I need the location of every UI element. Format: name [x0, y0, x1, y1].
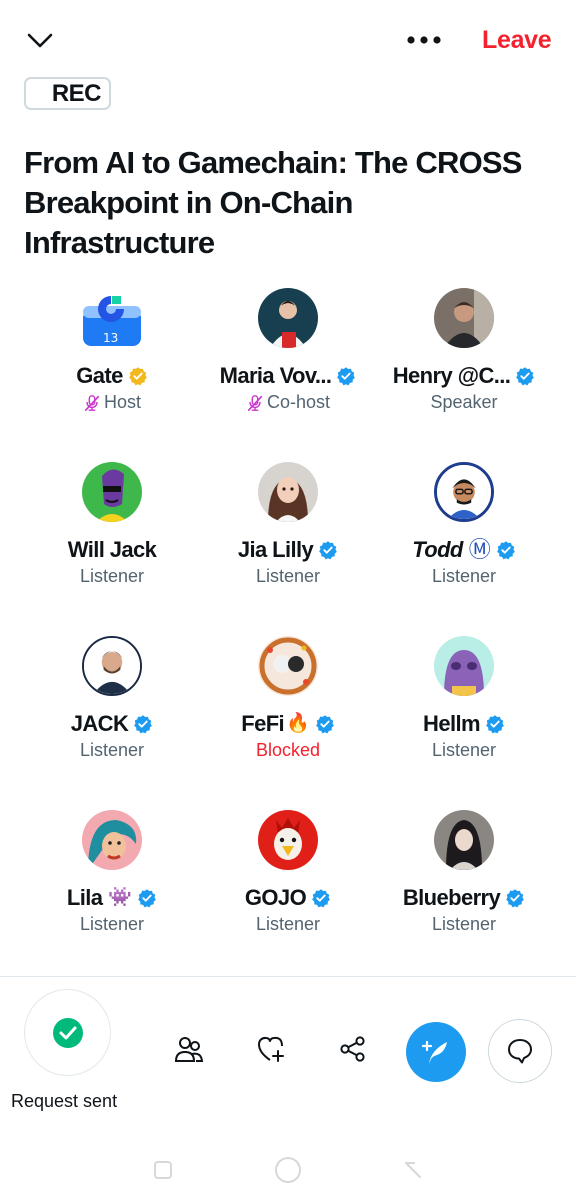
participant-name: Blueberry [402, 885, 501, 910]
avatar [82, 810, 142, 870]
participant-role: Listener [79, 914, 145, 934]
participant-role: Listener [79, 740, 145, 760]
participant-role: Listener [431, 914, 497, 934]
participant-role: Speaker [430, 392, 498, 412]
participant-role: Listener [255, 566, 321, 586]
participant-name: Todd [412, 537, 463, 562]
participant-jack[interactable]: JACK Listener [24, 636, 200, 810]
avatar [258, 810, 318, 870]
participant-role: Co-host [266, 392, 331, 412]
participant-fefi[interactable]: FeFi 🔥 Blocked [200, 636, 376, 810]
participant-role: Listener [79, 566, 145, 586]
compose-icon[interactable] [406, 1022, 466, 1082]
verified-gold-icon [128, 367, 147, 386]
verified-blue-icon [134, 715, 153, 734]
top-bar: Leave [0, 0, 576, 80]
svg-text:13: 13 [103, 331, 118, 345]
avatar [434, 288, 494, 348]
rec-badge: REC [24, 77, 111, 110]
participant-role: Listener [255, 914, 321, 934]
m-circle-icon: Ⓜ [468, 537, 491, 562]
participant-name: GOJO [244, 885, 307, 910]
fire-emoji: 🔥 [286, 713, 310, 734]
verified-blue-icon [315, 715, 334, 734]
avatar [434, 636, 494, 696]
participant-todd[interactable]: Todd Ⓜ Listener [376, 462, 552, 636]
avatar [258, 288, 318, 348]
verified-blue-icon [312, 889, 330, 908]
participant-role: Blocked [255, 740, 321, 760]
verified-blue-icon [319, 541, 337, 560]
participant-maria[interactable]: Maria Vov... Co-host [200, 288, 376, 462]
verified-blue-icon [496, 541, 515, 560]
verified-blue-icon [138, 889, 156, 908]
verified-blue-icon [506, 889, 524, 908]
space-title: From AI to Gamechain: The CROSS Breakpoi… [24, 145, 522, 260]
participant-gojo[interactable]: GOJO Listener [200, 810, 376, 984]
participant-name: Lila [66, 885, 103, 910]
participant-hellm[interactable]: Hellm Listener [376, 636, 552, 810]
system-nav-bar [0, 1140, 576, 1200]
avatar [82, 636, 142, 696]
participant-name: Jia Lilly [237, 537, 314, 562]
avatar [258, 462, 318, 522]
people-icon[interactable] [169, 1029, 209, 1069]
participant-name: JACK [70, 711, 129, 736]
recents-icon[interactable] [148, 1155, 178, 1185]
leave-button[interactable]: Leave [482, 26, 552, 55]
participant-lila[interactable]: Lila 👾 Listener [24, 810, 200, 984]
participant-role: Host [103, 392, 141, 412]
mic-off-icon [84, 394, 100, 411]
avatar [434, 810, 494, 870]
participants-grid: 13 Gate Host Maria Vov... Co-host Henry … [24, 288, 552, 984]
verified-blue-icon [486, 715, 504, 734]
heart-plus-icon[interactable] [251, 1029, 291, 1069]
verified-blue-icon [337, 367, 356, 386]
participant-role: Listener [431, 566, 497, 586]
home-icon[interactable] [273, 1155, 303, 1185]
mic-off-icon [247, 394, 263, 411]
alien-monster-emoji: 👾 [108, 887, 133, 908]
chat-icon[interactable] [488, 1019, 552, 1083]
participant-will-jack[interactable]: Will Jack Listener [24, 462, 200, 636]
participant-name: Will Jack [67, 537, 157, 562]
more-horizontal-icon[interactable] [400, 24, 448, 56]
participant-name: Gate [76, 363, 123, 388]
share-icon[interactable] [333, 1029, 373, 1069]
participant-gate[interactable]: 13 Gate Host [24, 288, 200, 462]
avatar [258, 636, 318, 696]
participant-name: FeFi [241, 711, 285, 736]
participant-blueberry[interactable]: Blueberry Listener [376, 810, 552, 984]
back-icon[interactable] [398, 1155, 428, 1185]
participant-name: Henry @C... [392, 363, 511, 388]
request-sent-label: Request sent [11, 1091, 118, 1111]
participant-role: Listener [431, 740, 497, 760]
participant-name: Hellm [423, 711, 481, 736]
check-icon [52, 1017, 83, 1048]
avatar: 13 [81, 288, 143, 348]
bottom-controls: Request sent [0, 977, 576, 1127]
participant-name: Maria Vov... [219, 363, 332, 388]
participant-henry[interactable]: Henry @C... Speaker [376, 288, 552, 462]
avatar [82, 462, 142, 522]
request-to-speak-button[interactable] [24, 989, 111, 1076]
participant-jia-lilly[interactable]: Jia Lilly Listener [200, 462, 376, 636]
avatar [434, 462, 494, 522]
verified-blue-icon [516, 367, 535, 386]
chevron-down-icon[interactable] [22, 26, 58, 56]
